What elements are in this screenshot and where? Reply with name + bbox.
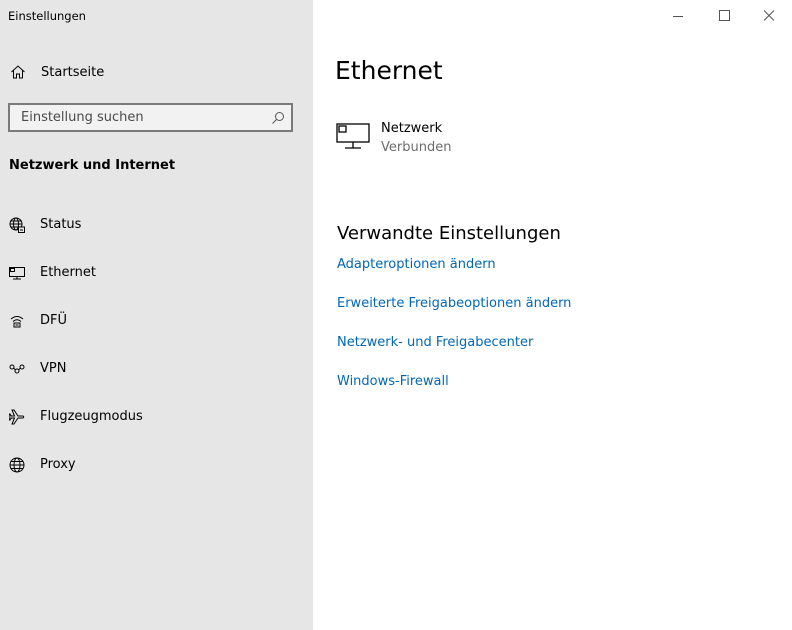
sidebar-item-label: VPN [40, 361, 67, 376]
page-title: Ethernet [335, 56, 443, 85]
maximize-button[interactable] [701, 4, 747, 28]
sidebar-item-label: Proxy [40, 457, 76, 472]
sidebar-item-vpn[interactable]: VPN [0, 349, 313, 389]
dial-up-icon [9, 313, 25, 329]
globe-status-icon [9, 217, 25, 233]
search-input[interactable] [10, 105, 265, 130]
sidebar-item-label: Flugzeugmodus [40, 409, 143, 424]
home-nav-item[interactable]: Startseite [0, 56, 313, 90]
ethernet-network-icon [335, 121, 373, 151]
window-title: Einstellungen [8, 9, 86, 23]
close-icon [746, 10, 792, 32]
network-status: Verbunden [381, 140, 452, 155]
link-adapter-options[interactable]: Adapteroptionen ändern [337, 257, 496, 272]
link-advanced-sharing[interactable]: Erweiterte Freigabeoptionen ändern [337, 296, 571, 311]
ethernet-icon [9, 265, 25, 281]
sidebar-item-dfue[interactable]: DFÜ [0, 301, 313, 341]
link-windows-firewall[interactable]: Windows-Firewall [337, 374, 449, 389]
sidebar: Einstellungen Startseite Netzwerk und In… [0, 0, 313, 630]
search-box[interactable] [8, 103, 293, 132]
search-icon[interactable] [271, 110, 285, 124]
sidebar-item-label: Ethernet [40, 265, 96, 280]
minimize-icon [655, 13, 701, 32]
home-label: Startseite [41, 65, 105, 80]
sidebar-item-ethernet[interactable]: Ethernet [0, 253, 313, 293]
sidebar-item-flugzeugmodus[interactable]: Flugzeugmodus [0, 397, 313, 437]
globe-icon [9, 457, 25, 473]
sidebar-item-proxy[interactable]: Proxy [0, 445, 313, 485]
minimize-button[interactable] [655, 4, 701, 28]
sidebar-item-label: Status [40, 217, 82, 232]
main-content: Ethernet Netzwerk Verbunden Verwandte Ei… [313, 0, 792, 630]
network-entry[interactable]: Netzwerk Verbunden [335, 118, 535, 162]
home-icon [10, 64, 26, 80]
related-settings-heading: Verwandte Einstellungen [337, 223, 561, 244]
close-button[interactable] [746, 4, 792, 28]
link-network-sharing-center[interactable]: Netzwerk- und Freigabecenter [337, 335, 533, 350]
airplane-icon [8, 409, 25, 425]
vpn-icon [9, 361, 25, 377]
sidebar-item-status[interactable]: Status [0, 205, 313, 245]
section-heading: Netzwerk und Internet [9, 158, 176, 173]
sidebar-item-label: DFÜ [40, 313, 68, 328]
maximize-icon [701, 10, 747, 32]
network-name: Netzwerk [381, 121, 443, 136]
